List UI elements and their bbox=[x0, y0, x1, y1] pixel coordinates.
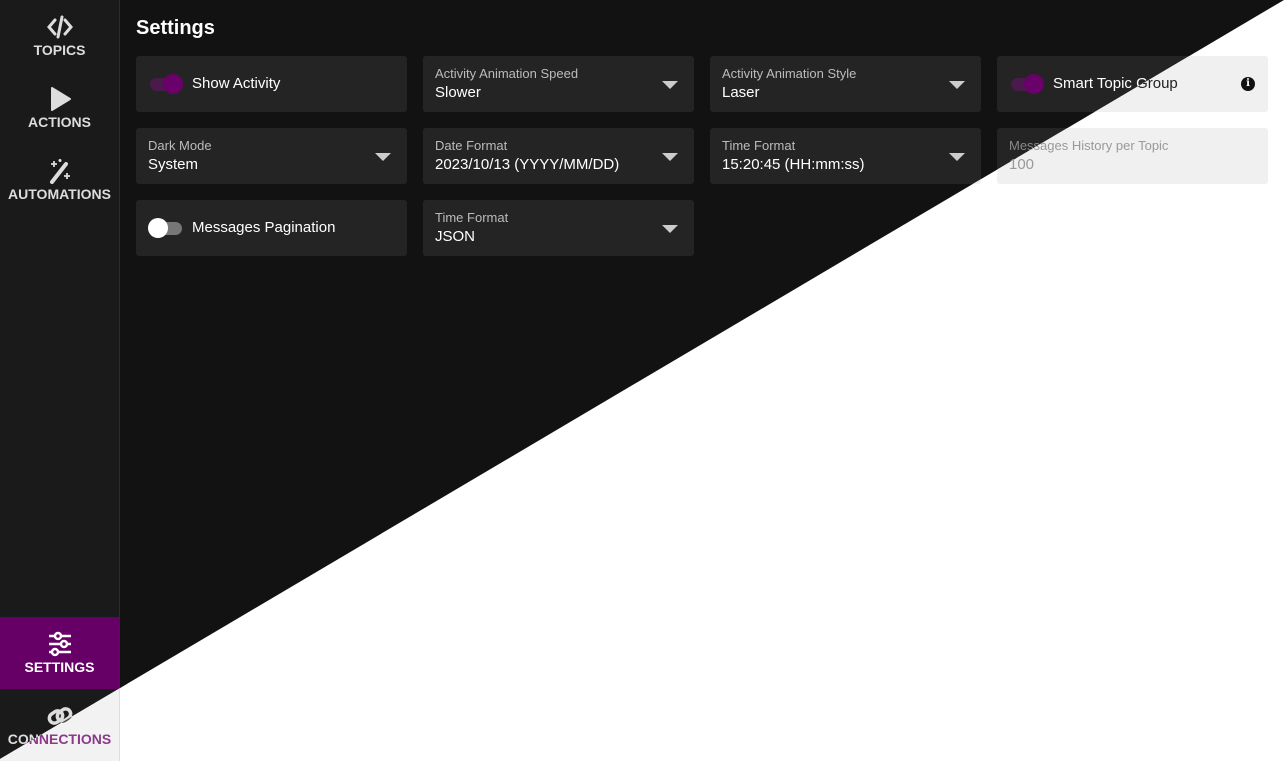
caret-down-icon bbox=[662, 153, 678, 161]
caret-down-icon bbox=[375, 153, 391, 161]
animation-speed-select[interactable]: Activity Animation Speed Slower bbox=[423, 56, 694, 112]
caret-down-icon bbox=[949, 153, 965, 161]
time-format-select[interactable]: Time Format 15:20:45 (HH:mm:ss) bbox=[710, 128, 981, 184]
field-label: Activity Animation Style bbox=[722, 66, 857, 81]
show-activity-setting[interactable]: Show Activity bbox=[136, 56, 407, 112]
info-icon[interactable]: i bbox=[1241, 77, 1255, 91]
dark-mode-select[interactable]: Dark Mode System bbox=[136, 128, 407, 184]
field-label: Dark Mode bbox=[148, 138, 212, 153]
page-title: Settings bbox=[136, 17, 215, 39]
field-value: Laser bbox=[722, 84, 760, 101]
sidebar-item-label: SETTINGS bbox=[24, 659, 95, 675]
field-value: 15:20:45 (HH:mm:ss) bbox=[722, 156, 865, 173]
animation-style-select[interactable]: Activity Animation Style Laser bbox=[710, 56, 981, 112]
field-label: Time Format bbox=[722, 138, 796, 153]
field-value: Slower bbox=[435, 84, 481, 101]
date-format-select[interactable]: Date Format 2023/10/13 (YYYY/MM/DD) bbox=[423, 128, 694, 184]
show-activity-toggle[interactable] bbox=[148, 74, 183, 94]
field-label: Time Format bbox=[435, 210, 509, 225]
sidebar-item-settings[interactable]: SETTINGS bbox=[0, 617, 119, 689]
sidebar-item-label: ACTIONS bbox=[28, 114, 91, 130]
magic-wand-icon bbox=[49, 159, 70, 184]
field-value: JSON bbox=[435, 228, 476, 245]
sidebar-item-topics[interactable]: TOPICS bbox=[0, 0, 119, 72]
toggle-label: Messages Pagination bbox=[192, 219, 336, 236]
messages-pagination-toggle[interactable] bbox=[148, 218, 182, 238]
sidebar-item-actions[interactable]: ACTIONS bbox=[0, 72, 119, 144]
caret-down-icon bbox=[662, 225, 678, 233]
messages-pagination-setting[interactable]: Messages Pagination bbox=[136, 200, 407, 256]
field-value: System bbox=[148, 156, 199, 173]
field-label: Activity Animation Speed bbox=[435, 66, 579, 81]
smart-topic-group-toggle[interactable] bbox=[1009, 74, 1044, 94]
caret-down-icon bbox=[949, 81, 965, 89]
caret-down-icon bbox=[662, 81, 678, 89]
message-format-select[interactable]: Time Format JSON bbox=[423, 200, 694, 256]
sidebar-item-automations[interactable]: AUTOMATIONS bbox=[0, 144, 119, 216]
play-icon bbox=[50, 87, 71, 111]
sidebar-item-label: TOPICS bbox=[33, 42, 86, 58]
sidebar-item-label: AUTOMATIONS bbox=[8, 186, 111, 202]
sidebar: TOPICS ACTIONS AUTOMATIONS SETTINGS CONN… bbox=[0, 0, 120, 761]
field-value: 2023/10/13 (YYYY/MM/DD) bbox=[435, 156, 620, 173]
field-label: Date Format bbox=[435, 138, 508, 153]
code-icon bbox=[46, 15, 73, 39]
sliders-icon bbox=[48, 631, 71, 657]
toggle-label: Show Activity bbox=[192, 75, 281, 92]
